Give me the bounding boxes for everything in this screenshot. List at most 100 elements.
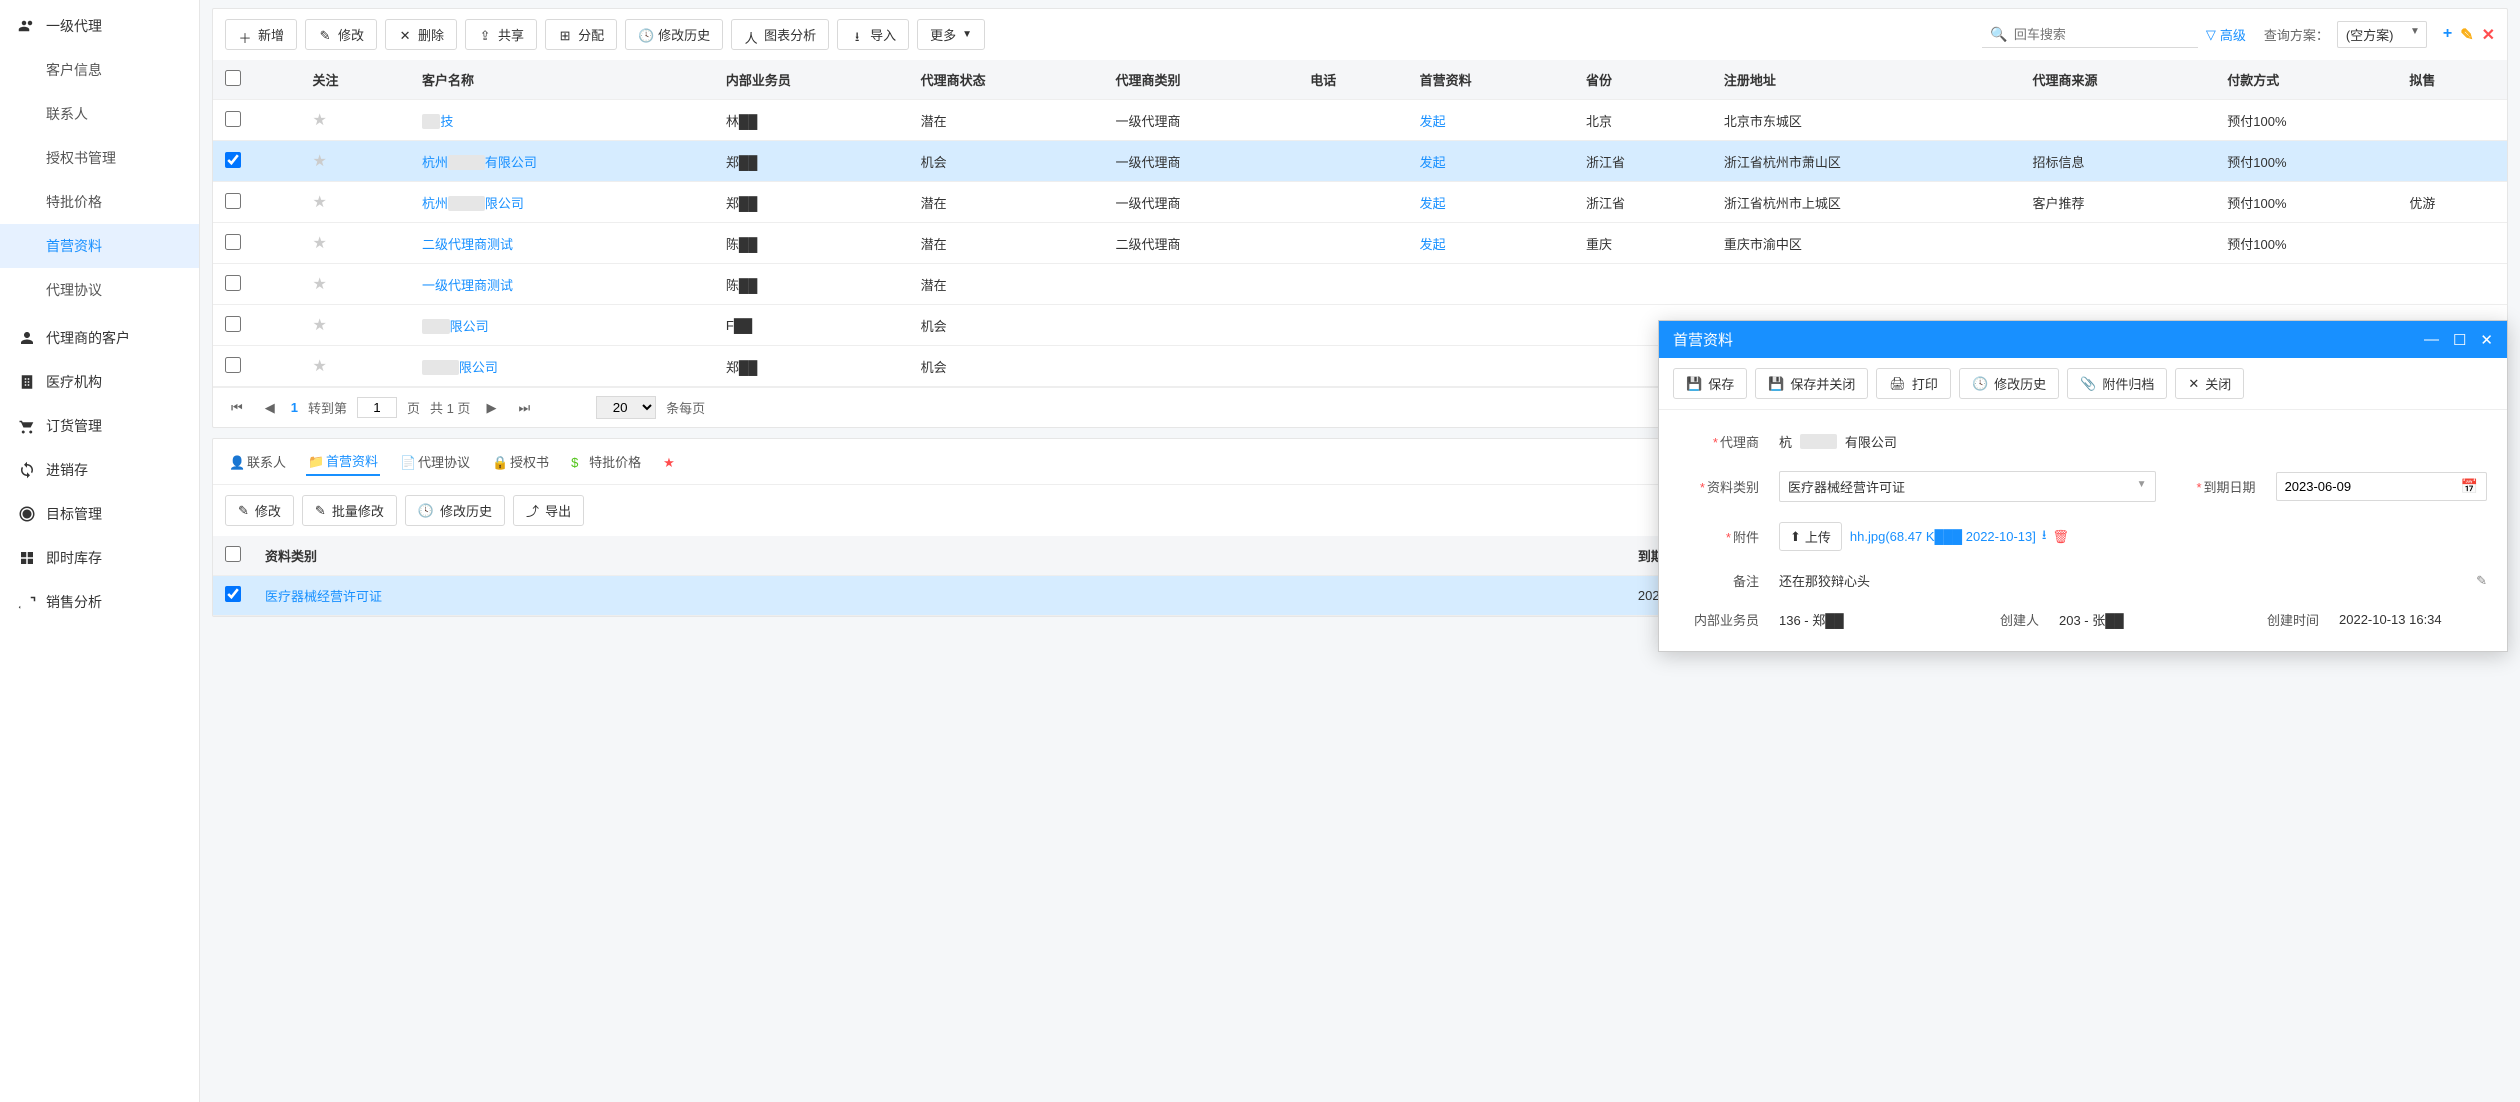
share-button[interactable]: ⇪共享 [465, 19, 537, 50]
scheme-select[interactable]: (空方案) [2337, 21, 2427, 48]
dlg-print-button[interactable]: 🖨打印 [1876, 368, 1951, 399]
nav-contacts[interactable]: 联系人 [0, 92, 199, 136]
scheme-add-icon[interactable]: + [2443, 25, 2452, 45]
nav-medical[interactable]: 医疗机构 [0, 360, 199, 404]
th-staff[interactable]: 内部业务员 [714, 60, 909, 100]
dialog-titlebar[interactable]: 首营资料 — ☐ ✕ [1659, 321, 2507, 358]
th-status[interactable]: 代理商状态 [909, 60, 1104, 100]
star-toggle[interactable]: ★ [313, 153, 327, 170]
maximize-icon[interactable]: ☐ [2453, 331, 2466, 349]
date-expire-input[interactable] [2285, 479, 2461, 494]
value-remark[interactable]: 还在那狡辩心头 ✎ [1779, 571, 2487, 590]
download-file-icon[interactable]: ⭳ [2042, 526, 2047, 548]
scheme-delete-icon[interactable]: ✕ [2482, 25, 2495, 45]
tab-agreement[interactable]: 📄代理协议 [398, 447, 472, 476]
tab-auth[interactable]: 🔒授权书 [490, 447, 551, 476]
page-size-select[interactable]: 20 [596, 396, 656, 419]
nav-auth-mgmt[interactable]: 授权书管理 [0, 136, 199, 180]
th-prov[interactable]: 省份 [1574, 60, 1712, 100]
th-addr[interactable]: 注册地址 [1712, 60, 2021, 100]
advanced-filter[interactable]: ▽高级 [2206, 25, 2246, 44]
detail-select-all[interactable] [225, 546, 241, 562]
cell-sy[interactable] [1408, 346, 1574, 387]
th-star[interactable]: 关注 [301, 60, 410, 100]
search-input-wrap[interactable]: 🔍 [1982, 22, 2197, 48]
close-icon[interactable]: ✕ [2480, 331, 2493, 349]
cell-name[interactable]: 杭州████限公司 [410, 182, 714, 223]
star-toggle[interactable]: ★ [313, 194, 327, 211]
more-button[interactable]: 更多▼ [917, 19, 985, 50]
tab-firstdoc[interactable]: 📁首营资料 [306, 447, 380, 476]
tab-price[interactable]: $特批价格 [569, 447, 643, 476]
nav-order[interactable]: 订货管理 [0, 404, 199, 448]
detail-th-type[interactable]: 资料类别 [253, 536, 1626, 576]
dlg-close-button[interactable]: ✕关闭 [2175, 368, 2244, 399]
row-checkbox[interactable] [225, 152, 241, 168]
nav-inventory[interactable]: 进销存 [0, 448, 199, 492]
minimize-icon[interactable]: — [2424, 331, 2439, 348]
nav-sales-analysis[interactable]: 销售分析 [0, 580, 199, 624]
dlg-saveclose-button[interactable]: 💾保存并关闭 [1755, 368, 1868, 399]
cell-sy[interactable]: 发起 [1408, 223, 1574, 264]
nav-customer-info[interactable]: 客户信息 [0, 48, 199, 92]
edit-button[interactable]: ✎修改 [305, 19, 377, 50]
add-button[interactable]: ＋新增 [225, 19, 297, 50]
nav-stock[interactable]: 即时库存 [0, 536, 199, 580]
cell-name[interactable]: ███限公司 [410, 305, 714, 346]
select-type[interactable]: 医疗器械经营许可证 [1779, 471, 2156, 502]
select-all-checkbox[interactable] [225, 70, 241, 86]
nav-first-doc[interactable]: 首营资料 [0, 224, 199, 268]
cell-name[interactable]: ██技 [410, 100, 714, 141]
row-checkbox[interactable] [225, 234, 241, 250]
table-row[interactable]: ★杭州████限公司郑██潜在一级代理商发起浙江省浙江省杭州市上城区客户推荐预付… [213, 182, 2507, 223]
search-input[interactable] [2014, 27, 2190, 42]
table-row[interactable]: ★一级代理商测试陈██潜在 [213, 264, 2507, 305]
import-button[interactable]: ⭳导入 [837, 19, 909, 50]
page-next[interactable]: ▶ [480, 398, 502, 418]
cell-sy[interactable] [1408, 305, 1574, 346]
detail-export-button[interactable]: ⤴导出 [513, 495, 584, 526]
upload-button[interactable]: ⬆上传 [1779, 522, 1842, 551]
page-first[interactable]: ⏮ [225, 398, 249, 418]
nav-primary-agent[interactable]: 一级代理 [0, 4, 199, 48]
detail-cell-type[interactable]: 医疗器械经营许可证 [253, 576, 1626, 616]
star-toggle[interactable]: ★ [313, 317, 327, 334]
scheme-edit-icon[interactable]: ✎ [2460, 25, 2473, 45]
th-name[interactable]: 客户名称 [410, 60, 714, 100]
nav-target[interactable]: 目标管理 [0, 492, 199, 536]
row-checkbox[interactable] [225, 111, 241, 127]
delete-file-icon[interactable]: 🗑 [2052, 529, 2069, 545]
delete-button[interactable]: ✕删除 [385, 19, 457, 50]
cell-sy[interactable]: 发起 [1408, 100, 1574, 141]
assign-button[interactable]: ⊞分配 [545, 19, 617, 50]
detail-edit-button[interactable]: ✎修改 [225, 495, 294, 526]
history-button[interactable]: 🕓修改历史 [625, 19, 723, 50]
page-last[interactable]: ⏭ [512, 398, 536, 418]
dlg-attach-button[interactable]: 📎附件归档 [2067, 368, 2167, 399]
row-checkbox[interactable] [225, 275, 241, 291]
star-toggle[interactable]: ★ [313, 112, 327, 129]
star-toggle[interactable]: ★ [313, 235, 327, 252]
row-checkbox[interactable] [225, 316, 241, 332]
th-src[interactable]: 代理商来源 [2020, 60, 2215, 100]
cell-name[interactable]: 杭州████有限公司 [410, 141, 714, 182]
row-checkbox[interactable] [225, 357, 241, 373]
table-row[interactable]: ★██技林██潜在一级代理商发起北京北京市东城区预付100% [213, 100, 2507, 141]
star-toggle[interactable]: ★ [313, 276, 327, 293]
cell-sy[interactable] [1408, 264, 1574, 305]
th-sy[interactable]: 首营资料 [1408, 60, 1574, 100]
page-goto-input[interactable] [357, 397, 397, 418]
dlg-save-button[interactable]: 💾保存 [1673, 368, 1747, 399]
file-chip[interactable]: hh.jpg(68.47 K███ 2022-10-13] ⭳ 🗑 [1850, 526, 2069, 548]
star-toggle[interactable]: ★ [313, 358, 327, 375]
cell-name[interactable]: ████限公司 [410, 346, 714, 387]
nav-special-price[interactable]: 特批价格 [0, 180, 199, 224]
cell-name[interactable]: 二级代理商测试 [410, 223, 714, 264]
table-row[interactable]: ★二级代理商测试陈██潜在二级代理商发起重庆重庆市渝中区预付100% [213, 223, 2507, 264]
detail-batch-button[interactable]: ✎批量修改 [302, 495, 397, 526]
dlg-history-button[interactable]: 🕓修改历史 [1959, 368, 2059, 399]
edit-remark-icon[interactable]: ✎ [2476, 573, 2487, 589]
nav-agent-customers[interactable]: 代理商的客户 [0, 316, 199, 360]
cell-sy[interactable]: 发起 [1408, 141, 1574, 182]
table-row[interactable]: ★杭州████有限公司郑██机会一级代理商发起浙江省浙江省杭州市萧山区招标信息预… [213, 141, 2507, 182]
